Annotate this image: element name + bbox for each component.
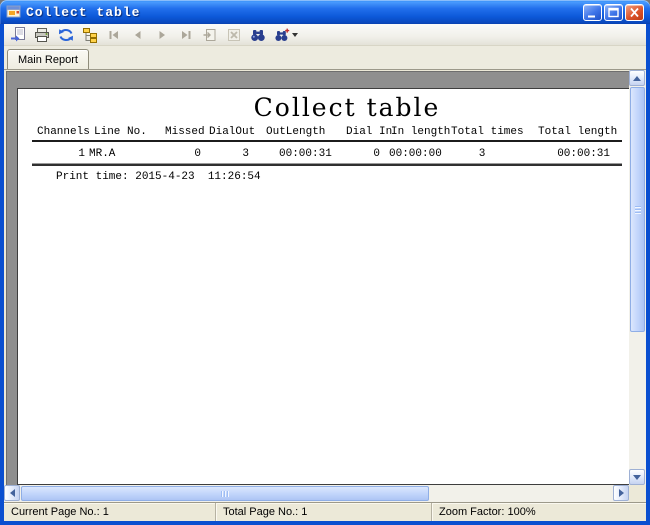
print-time: Print time: 2015-4-23 11:26:54 [56, 171, 261, 183]
report-canvas: Collect table Channels Line No. Missed D… [6, 71, 629, 485]
cell-missed: 0 [194, 148, 201, 160]
report-viewer: Collect table Channels Line No. Missed D… [4, 69, 646, 502]
print-icon [35, 27, 49, 42]
cell-dial-in: 0 [373, 148, 380, 160]
vertical-scrollbar[interactable] [629, 70, 646, 485]
scroll-up-button[interactable] [629, 70, 645, 86]
last-page-icon [182, 30, 191, 39]
column-header-total-times: Total times [451, 126, 524, 138]
cell-line-no: MR.A [89, 148, 116, 160]
cell-total-times: 3 [478, 148, 486, 160]
report-page: Collect table Channels Line No. Missed D… [17, 88, 629, 485]
toggle-group-tree-button[interactable] [79, 25, 101, 45]
minimize-icon [588, 15, 595, 17]
cell-in-length: 00:00:00 [389, 148, 442, 160]
arrow-right-icon [618, 489, 624, 497]
status-total-page: Total Page No.: 1 [216, 503, 432, 521]
refresh-button[interactable] [55, 25, 77, 45]
horizontal-scrollbar[interactable] [4, 485, 629, 502]
previous-page-icon [135, 30, 141, 39]
window-controls [583, 3, 644, 21]
cell-dialout: 3 [242, 148, 249, 160]
group-tree-icon [83, 27, 97, 43]
cancel-button[interactable] [223, 25, 245, 45]
scroll-right-button[interactable] [613, 485, 629, 501]
close-button[interactable] [625, 3, 644, 21]
maximize-icon [608, 7, 619, 17]
window-title: Collect table [26, 4, 141, 20]
thumb-grip [221, 491, 229, 497]
footer-rule [32, 163, 622, 166]
toolbar [4, 24, 646, 46]
arrow-up-icon [633, 75, 641, 81]
scroll-down-button[interactable] [629, 469, 645, 485]
vertical-scroll-thumb[interactable] [630, 87, 645, 332]
close-icon [630, 7, 639, 17]
column-header-total-length: Total length [538, 126, 618, 138]
next-page-icon [159, 30, 165, 39]
column-header-outlength: OutLength [266, 126, 326, 138]
zoom-binoculars-icon [275, 28, 290, 41]
arrow-left-icon [9, 489, 15, 497]
zoom-button[interactable] [271, 25, 301, 45]
next-page-button[interactable] [151, 25, 173, 45]
cancel-icon [228, 28, 240, 41]
maximize-button[interactable] [604, 3, 623, 21]
search-binoculars-icon [251, 29, 265, 41]
horizontal-scroll-thumb[interactable] [21, 486, 429, 501]
cell-outlength: 00:00:31 [279, 148, 332, 160]
status-zoom-factor: Zoom Factor: 100% [439, 506, 536, 518]
tab-strip: Main Report [4, 46, 646, 69]
search-button[interactable] [247, 25, 269, 45]
column-header-channels: Channels [37, 126, 90, 138]
tab-label: Main Report [18, 53, 78, 66]
column-header-line-no: Line No. [94, 126, 147, 138]
scrollbar-corner [629, 485, 646, 502]
refresh-icon [59, 28, 73, 41]
goto-page-icon [203, 28, 216, 41]
first-page-button[interactable] [103, 25, 125, 45]
app-window: Collect table Main Report Collect table … [0, 0, 650, 525]
window-frame: Main Report Collect table Channels Line … [0, 24, 650, 525]
tab-main-report[interactable]: Main Report [7, 49, 89, 69]
title-bar[interactable]: Collect table [0, 0, 650, 24]
cell-channels: 1 [78, 148, 85, 160]
scroll-left-button[interactable] [4, 485, 20, 501]
column-header-dialout: DialOut [209, 126, 256, 138]
report-title: Collect table [253, 93, 441, 122]
minimize-button[interactable] [583, 3, 602, 21]
arrow-down-icon [633, 474, 641, 480]
thumb-grip [635, 205, 641, 214]
export-button[interactable] [7, 25, 29, 45]
print-button[interactable] [31, 25, 53, 45]
column-header-missed: Missed [165, 126, 205, 138]
goto-page-button[interactable] [199, 25, 221, 45]
zoom-dropdown-caret-icon [292, 32, 298, 37]
first-page-icon [109, 30, 118, 39]
column-header-in-length: In length [391, 126, 451, 138]
cell-total-length: 00:00:31 [557, 148, 610, 160]
last-page-button[interactable] [175, 25, 197, 45]
export-icon [11, 26, 25, 41]
header-rule [32, 140, 622, 142]
app-icon [6, 5, 21, 18]
column-header-dial-in: Dial In [346, 126, 393, 138]
status-bar: Current Page No.: 1 Total Page No.: 1 Zo… [4, 502, 646, 521]
previous-page-button[interactable] [127, 25, 149, 45]
status-current-page: Current Page No.: 1 [4, 503, 216, 521]
